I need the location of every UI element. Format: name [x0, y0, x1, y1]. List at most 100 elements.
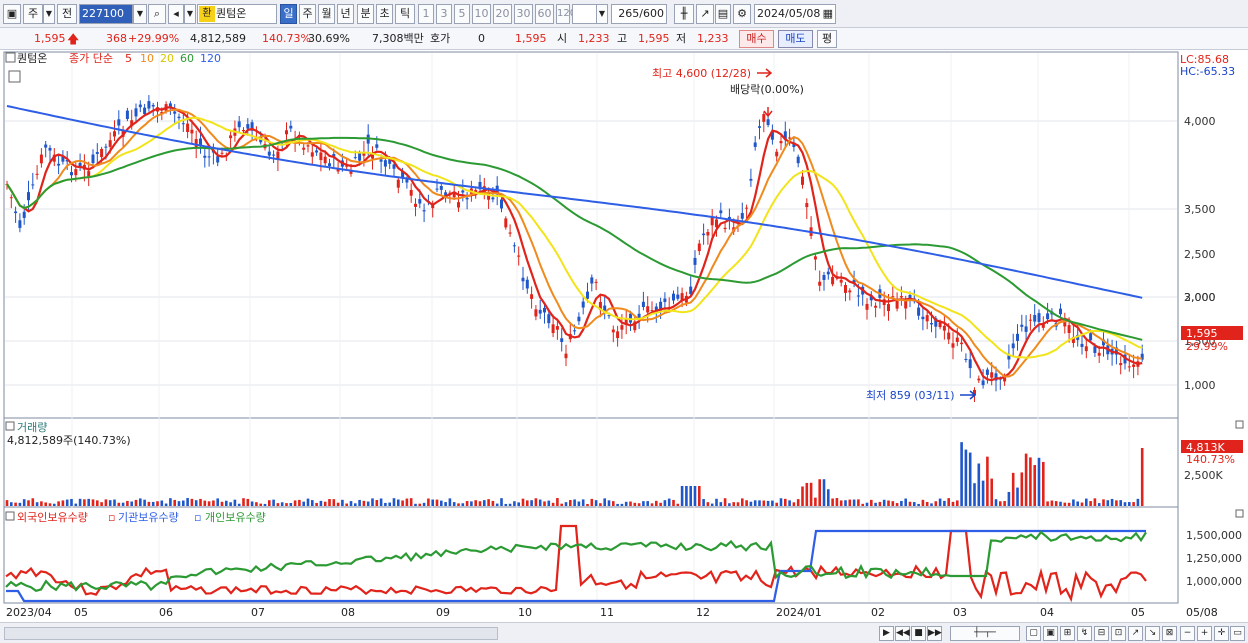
candle-body	[151, 104, 155, 107]
candle-body	[697, 243, 701, 252]
candle-body	[504, 218, 508, 228]
volume-bar	[551, 502, 555, 506]
candle-body	[637, 313, 641, 318]
volume-bar	[1033, 465, 1036, 506]
high-annotation: 최고 4,600 (12/28)	[652, 67, 751, 80]
volume-bar	[844, 500, 847, 506]
volume-panel-close-icon[interactable]	[1235, 420, 1244, 429]
candle-body	[581, 301, 585, 308]
line-tool-icon[interactable]: ↗	[696, 4, 714, 24]
volume-bar	[74, 503, 78, 506]
tool-icon-9[interactable]: ⊠	[1162, 626, 1177, 641]
horizontal-scrollbar[interactable]	[4, 627, 498, 640]
buy-button[interactable]: 매수	[739, 30, 774, 48]
avg-button[interactable]: 평	[817, 30, 837, 48]
period-week[interactable]: 주	[299, 4, 316, 24]
interval-60[interactable]: 60	[535, 4, 554, 24]
volume-bar	[1024, 453, 1028, 506]
save-icon[interactable]: ▤	[715, 4, 731, 24]
speaker-dropdown-icon[interactable]: ▼	[184, 4, 196, 24]
holding-panel-close-icon[interactable]	[1235, 509, 1244, 518]
move-icon[interactable]: ✛	[1214, 626, 1229, 641]
period-type-select[interactable]: 주	[23, 4, 43, 24]
scroll-right-icon[interactable]: ▶	[879, 626, 894, 641]
candle-body	[1033, 315, 1037, 322]
volume-bar	[10, 502, 13, 506]
candle-body	[646, 306, 650, 313]
candle-body	[512, 245, 516, 247]
quote-bar: 1,595 🡅 368 +29.99% 4,812,589 140.73% 30…	[0, 28, 1248, 50]
period-second[interactable]: 초	[376, 4, 393, 24]
period-tick[interactable]: 틱	[395, 4, 415, 24]
last-price-pct: 29.99%	[1186, 340, 1228, 353]
open-price: 1,233	[578, 32, 610, 45]
volume-bar	[977, 463, 981, 506]
volume-bar	[500, 498, 503, 506]
date-value: 2024/05/08	[757, 7, 821, 20]
fast-forward-icon[interactable]: ▶▶	[927, 626, 942, 641]
volume-bar	[732, 502, 735, 506]
interval-5[interactable]: 5	[454, 4, 470, 24]
tool-icon-7[interactable]: ↗	[1128, 626, 1143, 641]
prev-button[interactable]: 전	[57, 4, 77, 24]
zoom-slider[interactable]: ┼─┬─	[950, 626, 1020, 641]
chart-area[interactable]: 퀀텀온 종가 단순 5 10 20 60 120 LC:85.68 HC:-65…	[0, 51, 1248, 643]
count-field[interactable]: 265/600	[611, 4, 667, 24]
stop-icon[interactable]: ■	[911, 626, 926, 641]
interval-120[interactable]: 120	[556, 4, 576, 24]
interval-10[interactable]: 10	[472, 4, 491, 24]
window-icon[interactable]: ▣	[3, 4, 21, 24]
search-icon[interactable]: ⌕	[148, 4, 166, 24]
rewind-icon[interactable]: ◀◀	[895, 626, 910, 641]
volume-panel[interactable]	[3, 417, 1179, 508]
volume-bar	[199, 498, 202, 506]
candle-icon[interactable]: ╫	[674, 4, 694, 24]
volume-bar	[147, 501, 151, 506]
candle-body	[551, 324, 555, 334]
period-minute[interactable]: 분	[357, 4, 374, 24]
period-year[interactable]: 년	[337, 4, 354, 24]
volume-y-tick: 2,500K	[1184, 469, 1223, 482]
interval-1[interactable]: 1	[418, 4, 434, 24]
volume-bar	[130, 501, 133, 506]
interval-20[interactable]: 20	[493, 4, 512, 24]
sell-button[interactable]: 매도	[778, 30, 813, 48]
chart-svg[interactable]: 퀀텀온 종가 단순 5 10 20 60 120 LC:85.68 HC:-65…	[0, 51, 1248, 622]
x-tick-07: 07	[251, 606, 265, 619]
stock-code-input[interactable]: 227100	[79, 4, 133, 24]
open-label: 시	[557, 32, 568, 45]
code-dropdown-icon[interactable]: ▼	[133, 4, 147, 24]
calc-icon[interactable]	[8, 70, 21, 83]
volume-bar	[225, 500, 228, 506]
zoom-in-icon[interactable]: +	[1197, 626, 1212, 641]
volume-bar	[233, 499, 237, 506]
candle-body	[766, 119, 770, 126]
tool-icon-4[interactable]: ↯	[1077, 626, 1092, 641]
tool-icon-5[interactable]: ⊟	[1094, 626, 1109, 641]
chevron-down-icon[interactable]: ▼	[43, 4, 55, 24]
candle-body	[147, 101, 151, 109]
volume-bar	[392, 498, 396, 506]
candle-body	[35, 173, 39, 175]
price-panel[interactable]	[3, 51, 1179, 419]
gear-icon[interactable]: ⚙	[733, 4, 751, 24]
calendar-icon[interactable]: ▦	[823, 5, 833, 23]
tool-icon-3[interactable]: ⊞	[1060, 626, 1075, 641]
volume-bar	[607, 500, 611, 506]
interval-dropdown-icon[interactable]: ▼	[596, 4, 608, 24]
speaker-icon[interactable]: ◂	[168, 4, 184, 24]
date-field[interactable]: 2024/05/08 ▦	[754, 4, 836, 24]
tool-icon-1[interactable]: ▢	[1026, 626, 1041, 641]
period-day[interactable]: 일	[280, 4, 297, 24]
tool-icon-2[interactable]: ▣	[1043, 626, 1058, 641]
tool-icon-8[interactable]: ↘	[1145, 626, 1160, 641]
volume-bar	[943, 500, 946, 506]
stock-name-field[interactable]: 환 퀀텀온	[197, 4, 277, 24]
volume-bar	[237, 503, 241, 506]
interval-30[interactable]: 30	[514, 4, 533, 24]
panel-layout-icon[interactable]: ▭	[1230, 626, 1245, 641]
zoom-out-icon[interactable]: −	[1180, 626, 1195, 641]
period-month[interactable]: 월	[318, 4, 335, 24]
tool-icon-6[interactable]: ⊡	[1111, 626, 1126, 641]
interval-3[interactable]: 3	[436, 4, 452, 24]
